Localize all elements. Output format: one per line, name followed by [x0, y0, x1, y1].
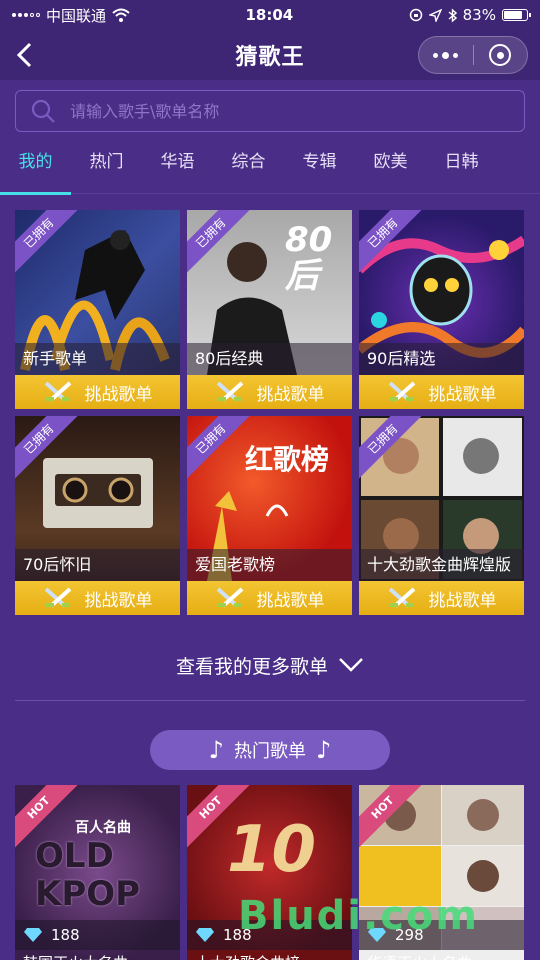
- playlist-name: 爱国老歌榜: [187, 549, 352, 581]
- search-icon: [31, 99, 55, 123]
- tab-album[interactable]: 专辑: [284, 142, 355, 194]
- location-icon: [428, 8, 442, 22]
- hot-playlist-name: 十大劲歌金曲榜: [195, 952, 300, 960]
- site-watermark: Bludi.com: [238, 893, 480, 939]
- challenge-button[interactable]: 挑战歌单: [15, 375, 180, 409]
- challenge-label: 挑战歌单: [256, 384, 325, 405]
- status-time: 18:04: [245, 6, 294, 24]
- playlist-cover[interactable]: 已拥有 十大劲歌金曲辉煌版: [359, 416, 524, 581]
- challenge-button[interactable]: 挑战歌单: [187, 581, 352, 615]
- view-more-label: 查看我的更多歌单: [175, 655, 328, 678]
- playlist-card[interactable]: 红歌榜 已拥有 爱国老歌榜 挑战歌单: [187, 416, 352, 616]
- hot-playlists-header: ♪ 热门歌单 ♪: [150, 730, 390, 770]
- hot-playlist-name: 韩国正火大名曲: [23, 952, 128, 960]
- play-count-value: 188: [51, 926, 80, 944]
- status-bar: 中国联通 18:04 83%: [0, 0, 540, 30]
- status-right: 83%: [409, 6, 531, 24]
- playlist-name: 新手歌单: [15, 343, 180, 375]
- playlist-cover[interactable]: 已拥有 90后精选: [359, 210, 524, 375]
- challenge-button[interactable]: 挑战歌单: [15, 581, 180, 615]
- crossed-swords-icon: [388, 381, 415, 402]
- crossed-swords-icon: [44, 381, 71, 402]
- playlist-name: 十大劲歌金曲辉煌版: [359, 549, 524, 581]
- playlist-card[interactable]: 已拥有 90后精选 挑战歌单: [359, 210, 524, 410]
- playlist-name: 80后经典: [187, 343, 352, 375]
- target-icon: [489, 44, 512, 66]
- hot-playlist-card[interactable]: 百人名曲 OLD KPOP HOT 188 韩国正火大名曲: [15, 785, 180, 960]
- more-menu-button[interactable]: [419, 51, 473, 59]
- challenge-label: 挑战歌单: [84, 590, 153, 611]
- cover-art-subtitle: 百人名曲: [75, 820, 131, 836]
- diamond-icon: [24, 928, 42, 942]
- challenge-button[interactable]: 挑战歌单: [359, 375, 524, 409]
- playlist-card[interactable]: 已拥有 新手歌单 挑战歌单: [15, 210, 180, 410]
- rotation-lock-icon: [409, 8, 422, 22]
- playlist-card[interactable]: 80后 已拥有 80后经典 挑战歌单: [187, 210, 352, 410]
- playlist-cover[interactable]: 红歌榜 已拥有 爱国老歌榜: [187, 416, 352, 581]
- search-bar[interactable]: [15, 90, 525, 132]
- chevron-down-icon: [339, 658, 363, 672]
- crossed-swords-icon: [44, 587, 71, 608]
- challenge-label: 挑战歌单: [256, 590, 325, 611]
- challenge-button[interactable]: 挑战歌单: [187, 375, 352, 409]
- challenge-button[interactable]: 挑战歌单: [359, 581, 524, 615]
- crossed-swords-icon: [388, 587, 415, 608]
- playlist-card[interactable]: 已拥有 十大劲歌金曲辉煌版 挑战歌单: [359, 416, 524, 616]
- battery-icon: [501, 9, 531, 21]
- view-more-playlists-link[interactable]: 查看我的更多歌单: [0, 648, 540, 682]
- tab-chinese[interactable]: 华语: [142, 142, 213, 194]
- playlist-name: 70后怀旧: [15, 549, 180, 581]
- search-input[interactable]: [70, 101, 524, 121]
- close-miniprogram-button[interactable]: [474, 44, 528, 66]
- category-tabs: 我的 热门 华语 综合 专辑 欧美 日韩: [0, 142, 540, 195]
- nav-bar: 猜歌王: [0, 30, 540, 80]
- my-playlist-grid: 已拥有 新手歌单 挑战歌单 80后 已拥有 80后经典 挑战歌单 已拥有 90后…: [15, 210, 525, 616]
- tab-jpkr[interactable]: 日韩: [426, 142, 497, 194]
- cover-art-text: OLD KPOP: [35, 836, 141, 914]
- tab-mine[interactable]: 我的: [0, 142, 71, 195]
- playlist-card[interactable]: 已拥有 70后怀旧 挑战歌单: [15, 416, 180, 616]
- battery-percent: 83%: [462, 6, 496, 24]
- tab-mixed[interactable]: 综合: [213, 142, 284, 194]
- hot-section-title: 热门歌单: [234, 741, 306, 762]
- cover-art-text: 红歌榜: [245, 443, 330, 476]
- hot-playlist-name: 华语正火大名曲: [367, 952, 472, 960]
- playlist-name: 90后精选: [359, 343, 524, 375]
- section-divider: [15, 700, 525, 701]
- carrier-label: 中国联通: [46, 6, 107, 25]
- signal-icon: [12, 13, 40, 17]
- cover-art-text: 10: [227, 813, 317, 887]
- status-left: 中国联通: [12, 5, 130, 26]
- play-count: 188: [15, 920, 180, 950]
- challenge-label: 挑战歌单: [428, 590, 497, 611]
- more-dots-icon: [433, 52, 439, 58]
- tab-hot[interactable]: 热门: [71, 142, 142, 194]
- wifi-icon: [112, 8, 130, 22]
- tab-western[interactable]: 欧美: [355, 142, 426, 194]
- miniprogram-capsule: [418, 36, 528, 74]
- crossed-swords-icon: [216, 381, 243, 402]
- bluetooth-icon: [448, 7, 457, 23]
- music-note-icon: ♪: [208, 736, 224, 764]
- challenge-label: 挑战歌单: [428, 384, 497, 405]
- playlist-cover[interactable]: 已拥有 70后怀旧: [15, 416, 180, 581]
- playlist-cover[interactable]: 80后 已拥有 80后经典: [187, 210, 352, 375]
- diamond-icon: [196, 928, 214, 942]
- crossed-swords-icon: [216, 587, 243, 608]
- music-note-icon: ♪: [316, 736, 332, 764]
- challenge-label: 挑战歌单: [84, 384, 153, 405]
- playlist-cover[interactable]: 已拥有 新手歌单: [15, 210, 180, 375]
- cover-art-text: 80后: [285, 220, 333, 296]
